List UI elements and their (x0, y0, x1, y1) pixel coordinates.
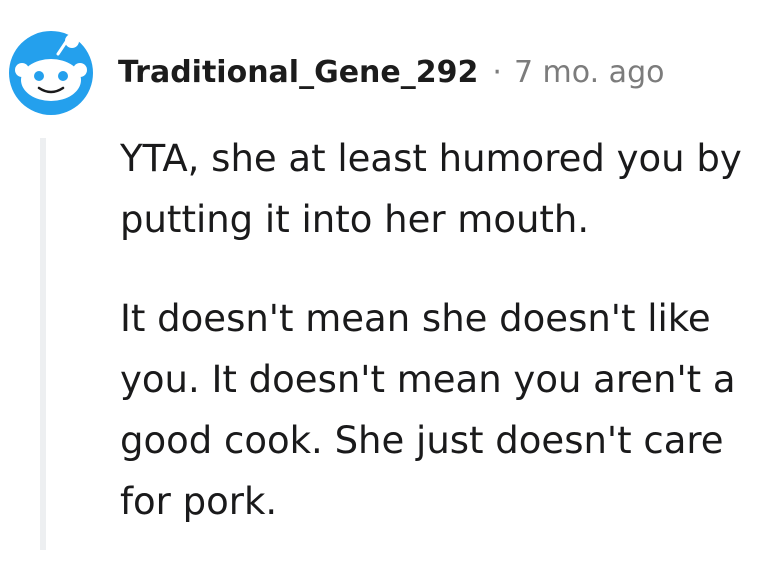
avatar[interactable] (8, 30, 94, 116)
thread-line[interactable] (40, 138, 46, 550)
author-username[interactable]: Traditional_Gene_292 (118, 58, 478, 88)
meta-separator: · (492, 55, 502, 90)
comment-header: Traditional_Gene_292 · 7 mo. ago (8, 30, 664, 116)
comment-paragraph: YTA, she at least humored you by putting… (120, 137, 742, 241)
comment-meta: Traditional_Gene_292 · 7 mo. ago (118, 58, 664, 88)
comment-timestamp[interactable]: 7 mo. ago (514, 58, 665, 88)
comment-paragraph: It doesn't mean she doesn't like you. It… (120, 297, 736, 523)
comment: Traditional_Gene_292 · 7 mo. ago YTA, sh… (0, 0, 782, 550)
reddit-snoo-avatar-icon (9, 31, 93, 115)
comment-body: YTA, she at least humored you by putting… (120, 128, 770, 570)
